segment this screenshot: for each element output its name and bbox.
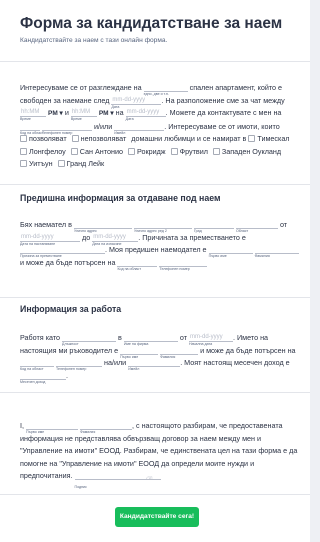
reason-input[interactable]: Причина за преместване <box>20 244 105 258</box>
clear-signature-icon[interactable]: ⌫ <box>146 473 152 486</box>
prev-rental-title: Предишна информация за отдаване под наем <box>20 193 221 203</box>
divider <box>0 297 310 298</box>
move-in-date-input[interactable]: mm-dd-yyyy Дата на настаняване <box>20 232 80 246</box>
landlord-area-code-input[interactable]: Код на област <box>117 257 158 271</box>
applicant-last-name-input[interactable]: Фамилия <box>80 420 132 434</box>
prev-rental-paragraph: Бях наемател в Улично адрес Улично адрес… <box>20 219 300 271</box>
form-card: Форма за кандидатстване за наем Кандидат… <box>0 0 310 542</box>
landlord-last-name-input[interactable]: Фамилия <box>254 244 299 258</box>
form-header: Форма за кандидатстване за наем Кандидат… <box>20 14 300 44</box>
company-input[interactable]: Име на фирма <box>123 332 178 346</box>
phone-input[interactable]: Телефонен номер <box>42 121 92 135</box>
ampm-to-select[interactable]: PM ▾ <box>99 108 114 121</box>
monthly-income-input[interactable]: Месечен доход <box>20 370 66 384</box>
location-checkbox[interactable]: Фрутвил <box>170 146 208 159</box>
page-title: Форма за кандидатстване за наем <box>20 15 283 32</box>
location-checkbox[interactable]: Западен Оукланд <box>212 146 281 159</box>
applicant-first-name-input[interactable]: Първо име <box>26 420 78 434</box>
manager-last-name-input[interactable]: Фамилия <box>160 345 199 359</box>
location-checkbox[interactable]: Тимескал <box>248 133 290 146</box>
time-to-input[interactable]: hh:MM Време <box>70 107 97 121</box>
disallows-pets-checkbox[interactable]: непозволяват <box>71 133 126 146</box>
bedrooms-input[interactable]: едно, две и т.н. <box>143 82 188 96</box>
area-code-input[interactable]: Код на област <box>20 121 44 135</box>
street-address2-input[interactable]: Улично адрес ред 2 <box>133 219 192 233</box>
available-date-input[interactable]: mm-dd-yyyy Дата <box>111 95 162 109</box>
landlord-first-name-input[interactable]: Първо име <box>208 244 253 258</box>
location-checkbox[interactable]: Рокридж <box>127 146 166 159</box>
divider <box>0 392 310 393</box>
position-input[interactable]: Длъжност <box>62 332 117 346</box>
manager-area-code-input[interactable]: Код на област <box>20 357 54 371</box>
start-date-input[interactable]: mm-dd-yyyy Начална дата <box>189 332 234 346</box>
work-paragraph: Работя като Длъжност в Име на фирма от m… <box>20 332 296 384</box>
location-checkbox[interactable]: Сан Антонио <box>70 146 123 159</box>
city-input[interactable]: Град <box>193 219 234 233</box>
divider <box>0 61 310 62</box>
divider <box>0 184 310 185</box>
time-from-input[interactable]: hh:MM Време <box>20 107 46 121</box>
region-input[interactable]: Област <box>235 219 278 233</box>
location-checkbox[interactable]: Лонгфелоу <box>20 146 66 159</box>
ampm-from-select[interactable]: PM ▾ <box>48 108 63 121</box>
email-input[interactable]: Имейл <box>114 121 165 135</box>
allows-pets-checkbox[interactable]: позволяват <box>20 133 67 146</box>
manager-phone-input[interactable]: Телефонен номер <box>56 357 102 371</box>
location-checkbox[interactable]: Уитъун <box>20 158 53 171</box>
move-out-date-input[interactable]: mm-dd-yyyy Дата на изнасяне <box>92 232 139 246</box>
street-address-input[interactable]: Улично адрес <box>73 219 132 233</box>
location-checkbox[interactable]: Гранд Лейк <box>57 158 104 171</box>
manager-email-input[interactable]: Имейл <box>128 357 181 371</box>
signature-pad[interactable]: ⌫ Подпис <box>74 470 161 489</box>
intro-paragraph: Интересуваме се от разглеждане на едно, … <box>20 82 300 171</box>
page-subtitle: Кандидатствайте за наем с тази онлайн фо… <box>20 37 168 44</box>
work-info-title: Информация за работа <box>20 304 122 314</box>
submit-button[interactable]: Кандидатствайте сега! <box>115 507 199 527</box>
landlord-phone-input[interactable]: Телефонен номер <box>159 257 208 271</box>
consent-paragraph: I, Първо име Фамилия, с настоящото разби… <box>20 420 298 489</box>
contact-date-input[interactable]: mm-dd-yyyy Дата <box>125 107 166 121</box>
manager-first-name-input[interactable]: Първо име <box>120 345 159 359</box>
divider <box>0 494 310 495</box>
